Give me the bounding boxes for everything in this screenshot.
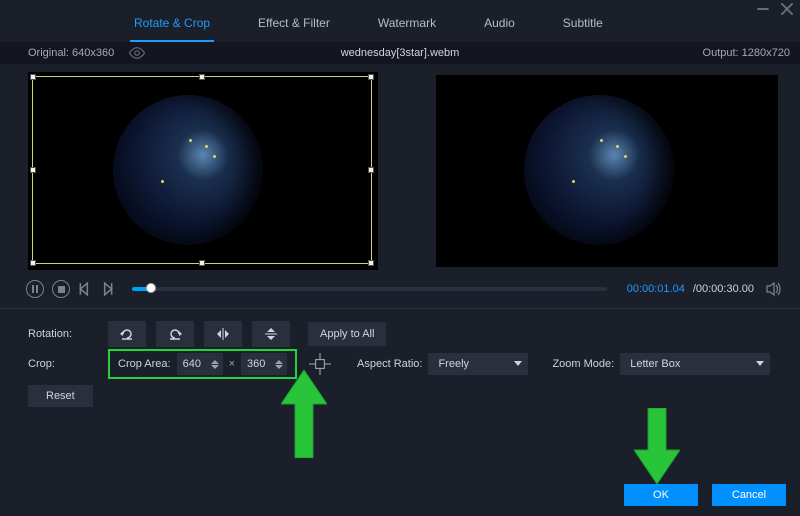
flip-horizontal-button[interactable] [204, 321, 242, 347]
crop-handle-ne[interactable] [368, 74, 374, 80]
preview-area [0, 64, 800, 276]
eye-icon[interactable] [128, 47, 146, 59]
zoom-mode-value: Letter Box [630, 358, 680, 370]
prev-frame-button[interactable] [78, 282, 92, 296]
filename-label: wednesday[3star].webm [341, 47, 460, 59]
rotate-cw-button[interactable] [156, 321, 194, 347]
info-bar: Original: 640x360 wednesday[3star].webm … [0, 42, 800, 64]
center-crop-button[interactable] [309, 353, 331, 375]
crop-label: Crop: [28, 358, 108, 370]
times-icon: × [229, 358, 235, 370]
tab-audio[interactable]: Audio [480, 10, 519, 42]
aspect-ratio-label: Aspect Ratio: [357, 358, 422, 370]
output-preview [436, 75, 778, 267]
rotation-label: Rotation: [28, 328, 108, 340]
next-frame-button[interactable] [100, 282, 114, 296]
tab-watermark[interactable]: Watermark [374, 10, 440, 42]
aspect-ratio-select[interactable]: Freely [428, 353, 528, 375]
crop-row: Crop: Crop Area: 640 × 360 Aspect Ratio:… [28, 349, 790, 379]
crop-area-label: Crop Area: [118, 358, 171, 370]
crop-width-value: 640 [183, 358, 201, 370]
zoom-mode-label: Zoom Mode: [552, 358, 614, 370]
crop-area-highlight: Crop Area: 640 × 360 [108, 349, 297, 379]
apply-to-all-button[interactable]: Apply to All [308, 322, 386, 346]
reset-button[interactable]: Reset [28, 385, 93, 407]
close-icon[interactable] [780, 2, 794, 16]
footer-buttons: OK Cancel [624, 484, 786, 506]
pause-button[interactable] [26, 280, 44, 298]
cancel-button[interactable]: Cancel [712, 484, 786, 506]
crop-width-down[interactable] [211, 365, 219, 369]
crop-handle-sw[interactable] [30, 260, 36, 266]
tab-effect-filter[interactable]: Effect & Filter [254, 10, 334, 42]
time-current: 00:00:01.04 [627, 283, 685, 295]
settings-panel: Rotation: Apply to All Crop: Crop Area: … [0, 319, 800, 407]
volume-icon[interactable] [766, 281, 782, 297]
crop-handle-e[interactable] [368, 167, 374, 173]
stop-button[interactable] [52, 280, 70, 298]
window-controls [756, 2, 794, 16]
chevron-down-icon [514, 361, 522, 366]
video-content [524, 95, 674, 245]
minimize-icon[interactable] [756, 2, 770, 16]
divider [0, 308, 800, 309]
tab-subtitle[interactable]: Subtitle [559, 10, 607, 42]
crop-height-down[interactable] [275, 365, 283, 369]
seek-knob[interactable] [146, 283, 156, 293]
flip-vertical-button[interactable] [252, 321, 290, 347]
crop-handle-se[interactable] [368, 260, 374, 266]
crop-height-up[interactable] [275, 360, 283, 364]
chevron-down-icon [756, 361, 764, 366]
rotate-ccw-button[interactable] [108, 321, 146, 347]
zoom-mode-select[interactable]: Letter Box [620, 353, 770, 375]
crop-height-value: 360 [247, 358, 265, 370]
playback-controls: 00:00:01.04/00:00:30.00 [0, 276, 800, 304]
crop-width-field[interactable]: 640 [177, 353, 223, 375]
source-preview[interactable] [28, 72, 378, 270]
rotation-row: Rotation: Apply to All [28, 319, 790, 349]
crop-height-field[interactable]: 360 [241, 353, 287, 375]
original-size-label: Original: 640x360 [28, 47, 114, 59]
crop-handle-w[interactable] [30, 167, 36, 173]
tab-rotate-crop[interactable]: Rotate & Crop [130, 10, 214, 42]
ok-button[interactable]: OK [624, 484, 698, 506]
aspect-ratio-value: Freely [438, 358, 469, 370]
crop-rectangle[interactable] [32, 76, 372, 264]
output-size-label: Output: 1280x720 [703, 47, 790, 59]
annotation-arrow-down [634, 408, 680, 484]
crop-handle-nw[interactable] [30, 74, 36, 80]
crop-handle-s[interactable] [199, 260, 205, 266]
time-total: /00:00:30.00 [693, 283, 754, 295]
seek-bar[interactable] [132, 287, 607, 291]
crop-width-up[interactable] [211, 360, 219, 364]
tab-bar: Rotate & Crop Effect & Filter Watermark … [0, 0, 800, 42]
crop-handle-n[interactable] [199, 74, 205, 80]
